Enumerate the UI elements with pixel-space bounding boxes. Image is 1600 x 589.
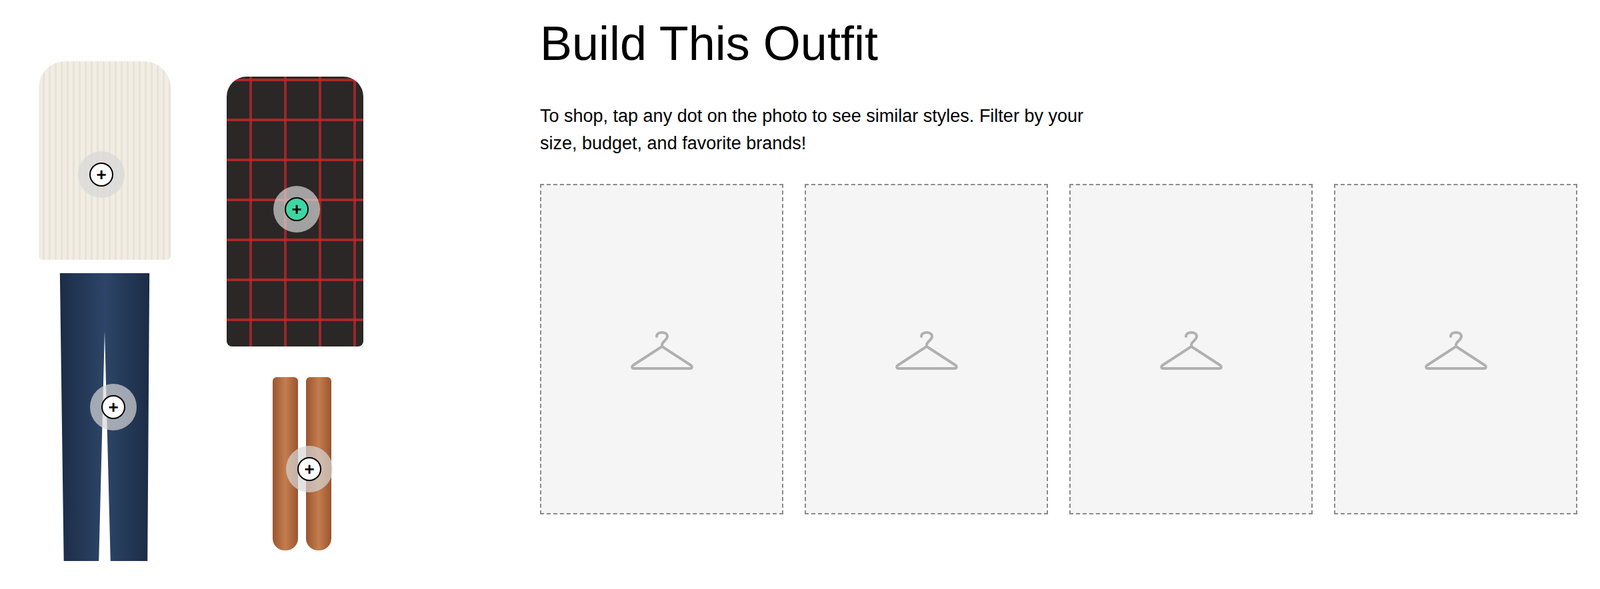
outfit-slot[interactable] xyxy=(804,184,1048,515)
plus-icon[interactable]: + xyxy=(297,457,322,482)
hanger-icon xyxy=(1159,328,1224,370)
outfit-slot[interactable] xyxy=(1334,184,1578,515)
outfit-slot[interactable] xyxy=(540,184,784,515)
outfit-page: + + + + Build This Outfit To shop, tap any do… xyxy=(0,0,1600,589)
shop-dot[interactable]: + xyxy=(286,446,333,493)
coat-photo: + xyxy=(226,76,364,347)
page-title: Build This Outfit xyxy=(540,14,1600,72)
plus-icon[interactable]: + xyxy=(284,197,309,222)
boots-photo: + xyxy=(267,377,337,551)
hanger-icon xyxy=(1424,328,1488,370)
plus-icon[interactable]: + xyxy=(101,395,126,420)
plus-icon[interactable]: + xyxy=(89,162,114,187)
page-description: To shop, tap any dot on the photo to see… xyxy=(540,102,1114,158)
jeans-photo: + xyxy=(56,273,154,562)
hanger-icon xyxy=(630,328,694,370)
shop-dot[interactable]: + xyxy=(90,384,137,431)
shop-dot[interactable]: + xyxy=(78,151,125,198)
outfit-collage: + + + + xyxy=(0,0,540,589)
slot-row xyxy=(540,184,1600,515)
hanger-icon xyxy=(894,328,959,370)
shop-dot[interactable]: + xyxy=(273,186,320,233)
outfit-slot[interactable] xyxy=(1069,184,1313,515)
sweater-photo: + xyxy=(38,61,171,260)
outfit-builder: Build This Outfit To shop, tap any dot on… xyxy=(540,0,1600,589)
